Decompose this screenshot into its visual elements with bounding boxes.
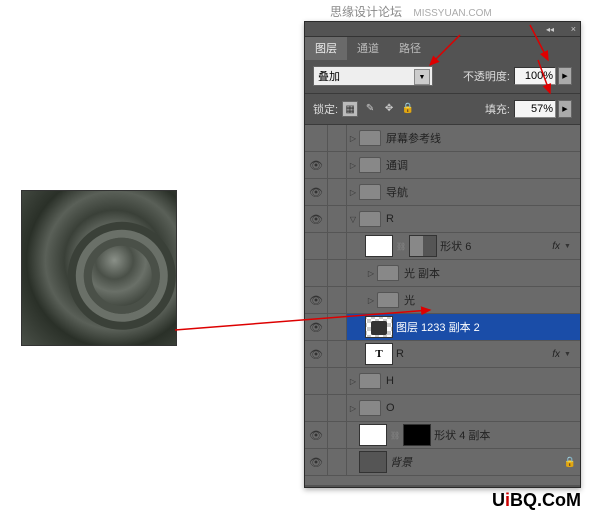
expand-arrow-icon[interactable]: ▽ bbox=[347, 215, 359, 224]
expand-arrow-icon[interactable]: ▷ bbox=[365, 296, 377, 305]
fill-slider-button[interactable]: ▶ bbox=[558, 100, 572, 118]
layer-row[interactable]: ▷ H bbox=[305, 368, 580, 395]
layer-row[interactable]: ⛓ 形状 6 fx ▼ bbox=[305, 233, 580, 260]
layer-name: 通调 bbox=[386, 157, 580, 173]
opacity-label: 不透明度: bbox=[463, 68, 510, 84]
layers-list: ▷ 屏幕参考线 👁 ▷ 通调 👁 ▷ 导航 👁 ▽ R bbox=[305, 125, 580, 485]
layer-row-selected[interactable]: 👁 图层 1233 副本 2 bbox=[305, 314, 580, 341]
expand-arrow-icon[interactable]: ▷ bbox=[347, 404, 359, 413]
layer-thumbnail bbox=[365, 235, 393, 257]
visibility-toggle[interactable]: 👁 bbox=[305, 341, 328, 367]
layer-thumbnail bbox=[365, 316, 393, 338]
layer-name: 形状 6 bbox=[440, 238, 552, 254]
folder-icon bbox=[359, 400, 381, 416]
layer-name: H bbox=[386, 375, 580, 387]
layer-name: 形状 4 副本 bbox=[434, 427, 580, 443]
panel-header: ◂◂ × bbox=[305, 22, 580, 37]
fill-input[interactable]: 57% bbox=[514, 100, 556, 118]
fill-label: 填充: bbox=[485, 101, 510, 117]
folder-icon bbox=[359, 157, 381, 173]
mask-thumbnail bbox=[409, 235, 437, 257]
visibility-toggle[interactable] bbox=[305, 125, 328, 151]
visibility-toggle[interactable]: 👁 bbox=[305, 179, 328, 205]
layer-row[interactable]: 👁 ▷ 导航 bbox=[305, 179, 580, 206]
panel-menu-icon[interactable]: ◂◂ bbox=[546, 25, 560, 33]
tab-channels[interactable]: 通道 bbox=[347, 36, 389, 60]
layer-row[interactable]: 👁 背景 🔒 bbox=[305, 449, 580, 476]
visibility-toggle[interactable]: 👁 bbox=[305, 152, 328, 178]
layer-row[interactable]: ▷ 屏幕参考线 bbox=[305, 125, 580, 152]
panel-close-icon[interactable]: × bbox=[571, 24, 576, 34]
expand-arrow-icon[interactable]: ▷ bbox=[365, 269, 377, 278]
expand-arrow-icon[interactable]: ▷ bbox=[347, 188, 359, 197]
opacity-slider-button[interactable]: ▶ bbox=[558, 67, 572, 85]
watermark-bottom: UiBQ.CoM bbox=[492, 490, 581, 511]
detail-preview-image bbox=[21, 190, 177, 346]
layer-row[interactable]: 👁 ▷ 通调 bbox=[305, 152, 580, 179]
blend-mode-value: 叠加 bbox=[318, 68, 340, 84]
folder-icon bbox=[359, 373, 381, 389]
blend-opacity-row: 叠加 ▼ 不透明度: 100% ▶ bbox=[305, 59, 580, 94]
fx-badge[interactable]: fx bbox=[552, 241, 560, 252]
watermark-top: 思缘设计论坛 MISSYUAN.COM bbox=[330, 3, 492, 20]
layer-name: 屏幕参考线 bbox=[386, 130, 580, 146]
layer-row[interactable]: 👁 ▽ R bbox=[305, 206, 580, 233]
visibility-toggle[interactable]: 👁 bbox=[305, 449, 328, 475]
visibility-toggle[interactable] bbox=[305, 260, 328, 286]
expand-arrow-icon[interactable]: ▷ bbox=[347, 134, 359, 143]
folder-icon bbox=[359, 184, 381, 200]
visibility-toggle[interactable] bbox=[305, 233, 328, 259]
layer-name: 光 bbox=[404, 292, 580, 308]
text-layer-icon: T bbox=[365, 343, 393, 365]
layer-row[interactable]: ▷ 光 副本 bbox=[305, 260, 580, 287]
visibility-toggle[interactable]: 👁 bbox=[305, 314, 328, 340]
tab-layers[interactable]: 图层 bbox=[305, 36, 347, 60]
layers-panel: ◂◂ × 图层 通道 路径 叠加 ▼ 不透明度: 100% ▶ 锁定: ▦ ✎ … bbox=[304, 21, 581, 488]
expand-arrow-icon[interactable]: ▷ bbox=[347, 377, 359, 386]
panel-tabs: 图层 通道 路径 bbox=[305, 37, 580, 59]
lock-position-icon[interactable]: ✥ bbox=[382, 101, 396, 115]
mask-link-icon: ⛓ bbox=[396, 242, 406, 251]
layer-name: R bbox=[396, 348, 552, 360]
layer-row[interactable]: 👁 T R fx ▼ bbox=[305, 341, 580, 368]
lock-all-icon[interactable]: 🔒 bbox=[401, 101, 415, 115]
fx-expand-icon[interactable]: ▼ bbox=[564, 243, 576, 250]
fx-expand-icon[interactable]: ▼ bbox=[564, 351, 576, 358]
layer-name: 背景 bbox=[390, 454, 564, 470]
expand-arrow-icon[interactable]: ▷ bbox=[347, 161, 359, 170]
layer-name: 光 副本 bbox=[404, 265, 580, 281]
fx-badge[interactable]: fx bbox=[552, 349, 560, 360]
dropdown-arrow-icon[interactable]: ▼ bbox=[414, 69, 430, 85]
folder-icon bbox=[377, 292, 399, 308]
lock-fill-row: 锁定: ▦ ✎ ✥ 🔒 填充: 57% ▶ bbox=[305, 94, 580, 125]
layer-name: O bbox=[386, 402, 580, 414]
lock-transparency-icon[interactable]: ▦ bbox=[342, 101, 358, 117]
layer-name: 导航 bbox=[386, 184, 580, 200]
mask-link-icon: ⛓ bbox=[390, 431, 400, 440]
blend-mode-select[interactable]: 叠加 ▼ bbox=[313, 66, 433, 86]
visibility-toggle[interactable]: 👁 bbox=[305, 206, 328, 232]
visibility-toggle[interactable] bbox=[305, 395, 328, 421]
folder-icon bbox=[377, 265, 399, 281]
folder-icon bbox=[359, 211, 381, 227]
layer-row[interactable]: 👁 ▷ 光 bbox=[305, 287, 580, 314]
layer-thumbnail bbox=[359, 424, 387, 446]
tab-paths[interactable]: 路径 bbox=[389, 36, 431, 60]
layer-name: 图层 1233 副本 2 bbox=[396, 319, 580, 335]
opacity-input[interactable]: 100% bbox=[514, 67, 556, 85]
mask-thumbnail bbox=[403, 424, 431, 446]
lock-label: 锁定: bbox=[313, 101, 338, 117]
layer-name: R bbox=[386, 213, 580, 225]
layer-thumbnail bbox=[359, 451, 387, 473]
folder-icon bbox=[359, 130, 381, 146]
visibility-toggle[interactable] bbox=[305, 368, 328, 394]
lock-pixels-icon[interactable]: ✎ bbox=[363, 101, 377, 115]
layer-row[interactable]: ▷ O bbox=[305, 395, 580, 422]
lock-icon: 🔒 bbox=[564, 457, 576, 468]
layer-row[interactable]: 👁 ⛓ 形状 4 副本 bbox=[305, 422, 580, 449]
visibility-toggle[interactable]: 👁 bbox=[305, 422, 328, 448]
visibility-toggle[interactable]: 👁 bbox=[305, 287, 328, 313]
